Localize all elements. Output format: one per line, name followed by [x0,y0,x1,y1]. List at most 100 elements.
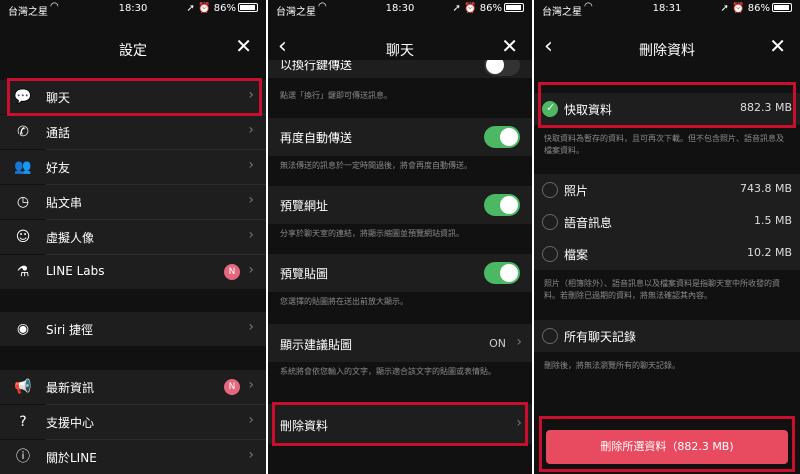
avatar-icon: ☺ [15,229,31,245]
delete-data-screen: 台灣之星 ◠ 18:31 ➚ ⏰ 86% ‹ 刪除資料 ✕ 快取資料 882.3… [534,0,800,474]
chevron-right-icon: › [248,122,254,138]
option-label: 照片 [564,184,589,198]
settings-item-label: 通話 [46,126,71,140]
close-icon[interactable]: ✕ [501,34,518,58]
option-voice-messages[interactable]: 語音訊息 1.5 MB [534,206,800,238]
help-icon: ? [19,414,27,430]
chevron-right-icon: › [248,319,254,335]
settings-item-label: 關於LINE [46,451,97,465]
battery-percent: 86% [479,3,502,14]
setting-label: 以換行鍵傳送 [280,60,353,72]
option-label: 檔案 [564,248,589,262]
nav-bar: ‹ 刪除資料 ✕ [534,28,800,68]
new-badge: N [224,264,240,280]
status-bar: 台灣之星 ◠ 18:30 ➚ ⏰ 86% [0,0,266,18]
checkbox-empty-icon[interactable] [542,182,558,198]
chevron-right-icon: › [248,157,254,173]
sticker-preview-toggle[interactable] [484,262,520,284]
highlight-box [272,402,528,446]
option-label: 語音訊息 [564,216,613,230]
battery-icon [504,3,524,12]
status-bar: 台灣之星 ◠ 18:30 ➚ ⏰ 86% [268,0,532,18]
settings-item-label: LINE Labs [46,264,105,278]
chevron-right-icon: › [248,262,254,278]
settings-item-friends[interactable]: 👥 好友 › [0,150,266,184]
settings-item-line-labs[interactable]: ⚗ LINE Labs N › [0,255,266,289]
setting-description: 您選擇的貼圖將在送出前放大顯示。 [280,297,408,306]
settings-item-news[interactable]: 📢 最新資訊 N › [0,370,266,404]
setting-description: 點選「換行」鍵即可傳送訊息。 [280,91,392,100]
battery-icon [772,3,792,12]
auto-resend-toggle[interactable] [484,126,520,148]
chevron-right-icon: › [516,334,522,350]
settings-item-help[interactable]: ? 支援中心 › [0,405,266,439]
status-bar: 台灣之星 ◠ 18:31 ➚ ⏰ 86% [534,0,800,18]
setting-description: 無法傳送的訊息於一定時間過後，將會再度自動傳送。 [280,161,472,170]
settings-item-label: 支援中心 [46,416,95,430]
checkbox-empty-icon[interactable] [542,246,558,262]
setting-label: 預覽網址 [280,199,329,213]
highlight-box [539,416,795,472]
settings-item-label: Siri 捷徑 [46,323,94,337]
checkbox-empty-icon[interactable] [542,328,558,344]
option-description: 刪除後，將無法瀏覽所有的聊天記錄。 [544,361,680,370]
info-icon: ⓘ [16,449,30,465]
option-size: 10.2 MB [746,246,792,259]
phone-icon: ✆ [17,124,29,140]
settings-item-siri[interactable]: ◉ Siri 捷徑 › [0,312,266,346]
page-title: 聊天 [386,43,414,59]
close-icon[interactable]: ✕ [235,34,252,58]
page-title: 刪除資料 [639,43,695,59]
location-icon: ➚ [186,3,195,14]
chevron-right-icon: › [248,412,254,428]
option-files[interactable]: 檔案 10.2 MB [534,238,800,270]
highlight-box [7,78,262,116]
close-icon[interactable]: ✕ [769,34,786,58]
checkbox-empty-icon[interactable] [542,214,558,230]
nav-bar: 設定 ✕ [0,28,266,68]
setting-value: ON [489,337,506,350]
chevron-right-icon: › [248,447,254,463]
setting-label: 顯示建議貼圖 [280,338,353,352]
clock-icon: ◷ [16,194,30,210]
setting-row-suggest-stickers[interactable]: 顯示建議貼圖 ON › [268,324,532,362]
chat-settings-screen: 台灣之星 ◠ 18:30 ➚ ⏰ 86% ‹ 聊天 ✕ 以換行鍵傳送 點選「換行… [268,0,532,474]
settings-item-avatar[interactable]: ☺ 虛擬人像 › [0,220,266,254]
alarm-icon: ⏰ [198,3,211,14]
siri-icon: ◉ [16,321,30,337]
setting-row-sticker-preview: 預覽貼圖 [268,254,532,292]
page-title: 設定 [119,43,147,59]
enter-send-toggle[interactable] [484,60,520,76]
setting-label: 預覽貼圖 [280,267,329,281]
location-icon: ➚ [452,3,461,14]
setting-description: 系統將會依您輸入的文字，顯示適合該文字的貼圖或表情貼。 [280,367,496,376]
option-all-chats[interactable]: 所有聊天記錄 [534,320,800,352]
settings-item-timeline[interactable]: ◷ 貼文串 › [0,185,266,219]
chevron-right-icon: › [248,227,254,243]
alarm-icon: ⏰ [464,3,477,14]
option-description: 快取資料為暫存的資料，且可再次下載。但不包含照片、語音訊息及檔案資料。 [544,134,784,155]
battery-percent: 86% [747,3,770,14]
battery-icon [238,3,258,12]
settings-item-about[interactable]: ⓘ 關於LINE › [0,440,266,474]
flask-icon: ⚗ [16,264,30,280]
url-preview-toggle[interactable] [484,194,520,216]
highlight-box [538,82,796,128]
setting-row-auto-resend: 再度自動傳送 [268,118,532,156]
settings-item-label: 虛擬人像 [46,231,95,245]
option-photos[interactable]: 照片 743.8 MB [534,174,800,206]
option-label: 所有聊天記錄 [564,330,637,344]
chevron-right-icon: › [248,192,254,208]
setting-row-url-preview: 預覽網址 [268,186,532,224]
setting-label: 再度自動傳送 [280,131,353,145]
new-badge: N [224,379,240,395]
megaphone-icon: 📢 [14,379,32,395]
battery-percent: 86% [213,3,236,14]
settings-item-call[interactable]: ✆ 通話 › [0,115,266,149]
friends-icon: 👥 [14,159,32,175]
option-size: 743.8 MB [739,182,792,195]
setting-row-enter-send[interactable]: 以換行鍵傳送 [268,60,532,78]
settings-item-label: 最新資訊 [46,381,95,395]
option-description: 照片（相簿除外）、語音訊息以及檔案資料是指聊天室中所收發的資料。若刪除已過期的資… [544,279,780,300]
location-icon: ➚ [720,3,729,14]
